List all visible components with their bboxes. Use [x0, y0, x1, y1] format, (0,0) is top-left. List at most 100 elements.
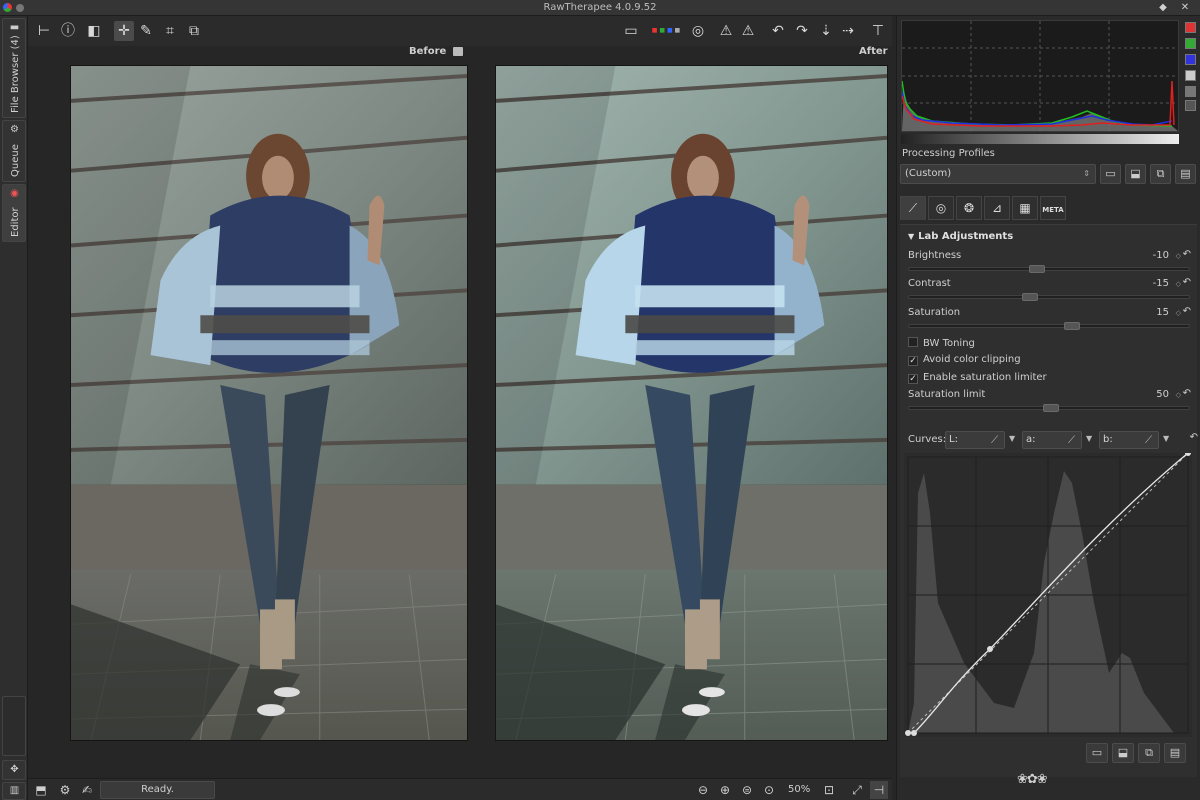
brightness-reset-icon[interactable]: ↶: [1183, 249, 1191, 260]
zoom-out-icon[interactable]: ⊖: [694, 781, 712, 799]
histogram-raw-toggle[interactable]: [1185, 86, 1196, 97]
rotate-left-icon[interactable]: ↶: [768, 21, 788, 41]
saturation-limiter-row[interactable]: ✓ Enable saturation limiter: [908, 372, 1047, 384]
tab-file-browser[interactable]: ▬ File Browser (4): [2, 18, 26, 118]
lab-adjustments-header[interactable]: ▼ Lab Adjustments: [908, 231, 1013, 242]
tab-queue[interactable]: ⚙ Queue: [2, 120, 26, 182]
histogram-red-toggle[interactable]: [1185, 22, 1196, 33]
hide-right-panel-icon[interactable]: ⊣: [870, 781, 888, 799]
highlight-clip-warning-icon[interactable]: ⚠: [738, 21, 758, 41]
curve-b-dropdown-icon[interactable]: ▼: [1163, 434, 1169, 443]
saturation-limit-value[interactable]: 50: [1156, 389, 1169, 400]
profile-select[interactable]: (Custom) ⇕: [900, 164, 1096, 184]
avoid-color-clipping-checkbox[interactable]: ✓: [908, 356, 918, 366]
hide-top-panel-icon[interactable]: ⊤: [868, 21, 888, 41]
curves-reset-icon[interactable]: ↶: [1190, 432, 1198, 443]
brightness-slider[interactable]: [908, 265, 1190, 273]
maximize-button[interactable]: ◆: [1156, 1, 1170, 15]
before-image-pane[interactable]: [70, 65, 468, 741]
curve-icon: ⟋: [991, 435, 998, 446]
tab-detail[interactable]: ◎: [928, 196, 954, 220]
save-profile-button[interactable]: ⬓: [1125, 164, 1146, 184]
external-editor-icon[interactable]: ✍: [78, 781, 96, 799]
tab-metadata[interactable]: META: [1040, 196, 1066, 220]
contrast-slider[interactable]: [908, 293, 1190, 301]
copy-profile-button[interactable]: ⧉: [1150, 164, 1171, 184]
saturation-limit-slider[interactable]: [908, 404, 1190, 412]
preview-mode-icon[interactable]: ▭: [618, 21, 644, 41]
bw-toning-row[interactable]: BW Toning: [908, 337, 975, 349]
spin-icon[interactable]: ◇: [1176, 391, 1181, 399]
saturation-slider-knob[interactable]: [1064, 322, 1080, 330]
curve-l-button[interactable]: L: ⟋: [945, 431, 1005, 449]
saturation-limit-slider-knob[interactable]: [1043, 404, 1059, 412]
new-detail-window-icon[interactable]: ⊡: [820, 781, 838, 799]
histogram-green-toggle[interactable]: [1185, 38, 1196, 49]
saturation-limit-reset-icon[interactable]: ↶: [1183, 388, 1191, 399]
spin-icon[interactable]: ◇: [1176, 252, 1181, 260]
after-image-pane[interactable]: [495, 65, 888, 741]
color-wheel-icon: ◉: [10, 188, 19, 199]
channel-preview-icons[interactable]: ■ ■ ■ ■: [646, 21, 686, 41]
close-button[interactable]: ✕: [1178, 1, 1192, 15]
before-after-icon[interactable]: ◧: [84, 21, 104, 41]
rawtherapee-logo: ❀✿❀: [1017, 772, 1048, 787]
queue-add-icon[interactable]: ⚙: [56, 781, 74, 799]
tab-raw[interactable]: ▦: [1012, 196, 1038, 220]
hide-left-panel-icon[interactable]: ⊢: [34, 21, 54, 41]
zoom-in-icon[interactable]: ⊕: [716, 781, 734, 799]
curve-save-button[interactable]: ⬓: [1112, 743, 1134, 763]
paste-profile-button[interactable]: ▤: [1175, 164, 1196, 184]
contrast-reset-icon[interactable]: ↶: [1183, 277, 1191, 288]
zoom-100-icon[interactable]: ⊙: [760, 781, 778, 799]
shadow-clip-warning-icon[interactable]: ⚠: [716, 21, 736, 41]
histogram-luminance-toggle[interactable]: [1185, 70, 1196, 81]
curve-l-label: L:: [949, 434, 958, 445]
saturation-reset-icon[interactable]: ↶: [1183, 306, 1191, 317]
straighten-icon[interactable]: ⧉: [184, 21, 204, 41]
white-balance-picker-icon[interactable]: ✎: [136, 21, 156, 41]
load-profile-button[interactable]: ▭: [1100, 164, 1121, 184]
curve-paste-button[interactable]: ▤: [1164, 743, 1186, 763]
curve-load-button[interactable]: ▭: [1086, 743, 1108, 763]
filmstrip-icon: ▥: [9, 785, 20, 796]
saturation-limiter-checkbox[interactable]: ✓: [908, 374, 918, 384]
flip-vertical-icon[interactable]: ⇣: [816, 21, 836, 41]
saturation-slider[interactable]: [908, 322, 1190, 330]
window-title: RawTherapee 4.0.9.52: [543, 2, 657, 13]
zoom-fit-icon[interactable]: ⊜: [738, 781, 756, 799]
hand-tool-icon[interactable]: ✛: [114, 21, 134, 41]
curve-editor[interactable]: [904, 450, 1192, 737]
histogram-blue-toggle[interactable]: [1185, 54, 1196, 65]
tab-exposure[interactable]: ⟋: [900, 196, 926, 220]
brightness-slider-knob[interactable]: [1029, 265, 1045, 273]
tab-color[interactable]: ❂: [956, 196, 982, 220]
fullscreen-icon[interactable]: ⤢: [848, 781, 866, 799]
tab-editor[interactable]: ◉ Editor: [2, 184, 26, 242]
navigator-toggle[interactable]: ✥: [2, 760, 26, 780]
brightness-value[interactable]: -10: [1153, 250, 1169, 261]
save-image-icon[interactable]: ⬒: [32, 781, 50, 799]
saturation-value[interactable]: 15: [1156, 307, 1169, 318]
info-icon[interactable]: ⓘ: [58, 21, 78, 41]
curve-b-button[interactable]: b: ⟋: [1099, 431, 1159, 449]
flip-horizontal-icon[interactable]: ⇢: [838, 21, 858, 41]
spin-icon[interactable]: ◇: [1176, 309, 1181, 317]
focus-mask-icon[interactable]: ◎: [688, 21, 708, 41]
bw-toning-checkbox[interactable]: [908, 337, 918, 347]
histogram-bar-toggle[interactable]: [1185, 100, 1196, 111]
crop-icon[interactable]: ⌗: [160, 21, 180, 41]
curve-l-dropdown-icon[interactable]: ▼: [1009, 434, 1015, 443]
lock-icon[interactable]: [453, 47, 463, 56]
curve-a-button[interactable]: a: ⟋: [1022, 431, 1082, 449]
avoid-color-clipping-row[interactable]: ✓ Avoid color clipping: [908, 354, 1021, 366]
rotate-right-icon[interactable]: ↷: [792, 21, 812, 41]
tab-transform[interactable]: ⊿: [984, 196, 1010, 220]
curve-copy-button[interactable]: ⧉: [1138, 743, 1160, 763]
contrast-value[interactable]: -15: [1153, 278, 1169, 289]
contrast-slider-knob[interactable]: [1022, 293, 1038, 301]
filmstrip-toggle[interactable]: ▥: [2, 782, 26, 800]
side-tab-strip: ▬ File Browser (4) ⚙ Queue ◉ Editor ✥ ▥: [0, 16, 28, 800]
spin-icon[interactable]: ◇: [1176, 280, 1181, 288]
curve-a-dropdown-icon[interactable]: ▼: [1086, 434, 1092, 443]
